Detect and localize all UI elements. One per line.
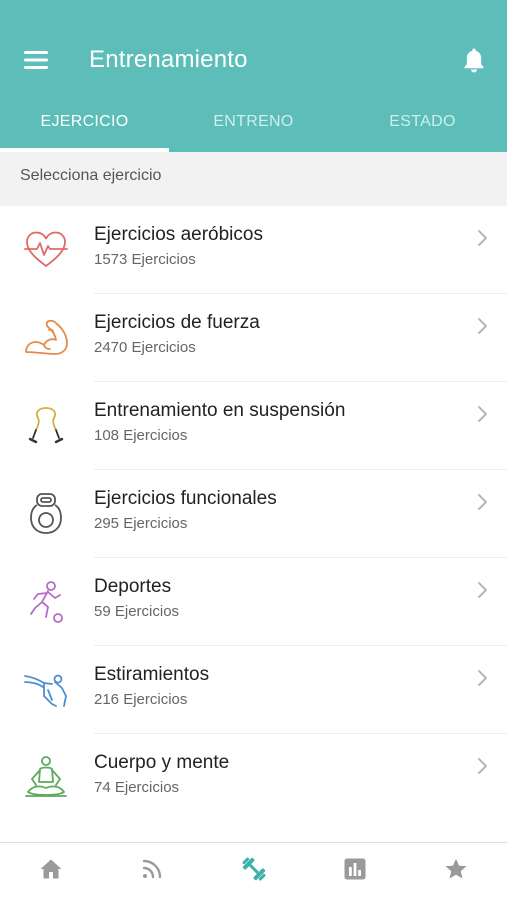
item-title: Entrenamiento en suspensión: [94, 400, 346, 421]
chevron-right-icon: [474, 228, 490, 248]
feed-icon: [140, 857, 164, 886]
tab-entreno[interactable]: ENTRENO: [169, 96, 338, 152]
dumbbell-icon: [240, 855, 268, 888]
tab-label: ESTADO: [389, 113, 456, 130]
item-title: Cuerpo y mente: [94, 752, 230, 773]
heart-pulse-icon: [22, 226, 70, 274]
tab-label: EJERCICIO: [40, 113, 129, 130]
home-icon: [39, 857, 63, 886]
list-item-strength[interactable]: Ejercicios de fuerza 2470 Ejercicios: [0, 294, 507, 382]
section-header: Selecciona ejercicio: [0, 152, 507, 206]
star-icon: [444, 857, 468, 886]
list-item-stretching[interactable]: Estiramientos 216 Ejercicios: [0, 646, 507, 734]
tab-ejercicio[interactable]: EJERCICIO: [0, 96, 169, 152]
kettlebell-icon: [22, 490, 70, 538]
item-count: 1573 Ejercicios: [94, 251, 196, 268]
list-item-aerobic[interactable]: Ejercicios aeróbicos 1573 Ejercicios: [0, 206, 507, 294]
item-title: Estiramientos: [94, 664, 210, 685]
bell-icon[interactable]: [458, 44, 490, 76]
tab-estado[interactable]: ESTADO: [338, 96, 507, 152]
tab-label: ENTRENO: [213, 113, 294, 130]
nav-feed[interactable]: [101, 843, 202, 900]
item-count: 74 Ejercicios: [94, 779, 180, 796]
item-count: 2470 Ejercicios: [94, 339, 196, 356]
list-item-mind-body[interactable]: Cuerpo y mente 74 Ejercicios: [0, 734, 507, 822]
nav-home[interactable]: [0, 843, 101, 900]
section-header-label: Selecciona ejercicio: [20, 167, 162, 184]
item-title: Ejercicios de fuerza: [94, 312, 260, 333]
item-title: Ejercicios funcionales: [94, 488, 277, 509]
meditation-person-icon: [22, 754, 70, 802]
chevron-right-icon: [474, 668, 490, 688]
chevron-right-icon: [474, 316, 490, 336]
tab-bar: EJERCICIO ENTRENO ESTADO: [0, 96, 507, 152]
item-count: 216 Ejercicios: [94, 691, 188, 708]
nav-favorites[interactable]: [406, 843, 507, 900]
item-count: 295 Ejercicios: [94, 515, 188, 532]
bottom-navigation: [0, 842, 507, 900]
suspension-straps-icon: [22, 402, 70, 450]
stretching-person-icon: [22, 666, 70, 714]
item-title: Ejercicios aeróbicos: [94, 224, 263, 245]
category-list: Ejercicios aeróbicos 1573 Ejercicios Eje…: [0, 206, 507, 822]
nav-stats[interactable]: [304, 843, 405, 900]
app-bar: Entrenamiento EJERCICIO ENTRENO ESTADO: [0, 0, 507, 152]
chevron-right-icon: [474, 756, 490, 776]
page-title: Entrenamiento: [89, 46, 248, 73]
soccer-player-icon: [22, 578, 70, 626]
item-count: 59 Ejercicios: [94, 603, 180, 620]
list-item-sports[interactable]: Deportes 59 Ejercicios: [0, 558, 507, 646]
hamburger-menu-icon[interactable]: [20, 44, 52, 76]
flexed-arm-icon: [22, 314, 70, 362]
list-item-functional[interactable]: Ejercicios funcionales 295 Ejercicios: [0, 470, 507, 558]
item-count: 108 Ejercicios: [94, 427, 188, 444]
bar-chart-icon: [343, 857, 367, 886]
chevron-right-icon: [474, 404, 490, 424]
item-title: Deportes: [94, 576, 172, 597]
chevron-right-icon: [474, 580, 490, 600]
nav-training[interactable]: [203, 843, 304, 900]
list-item-suspension[interactable]: Entrenamiento en suspensión 108 Ejercici…: [0, 382, 507, 470]
chevron-right-icon: [474, 492, 490, 512]
